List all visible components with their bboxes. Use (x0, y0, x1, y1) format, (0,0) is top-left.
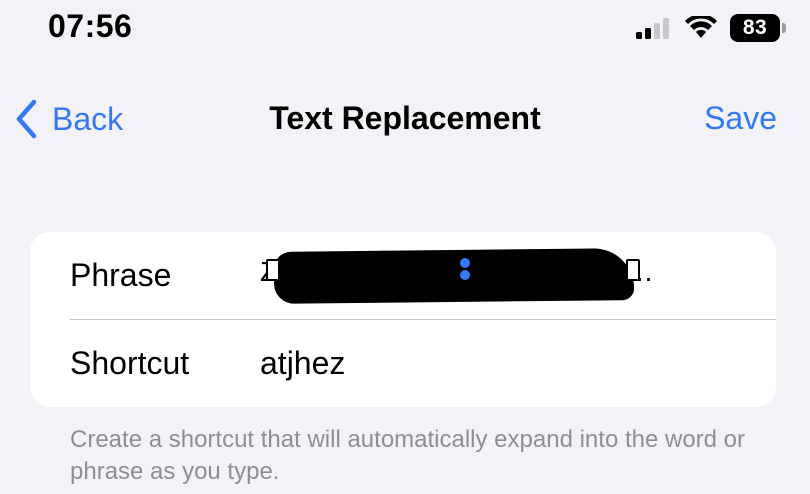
shortcut-field[interactable]: atjhez (260, 345, 345, 382)
selection-handle-left[interactable] (266, 259, 280, 281)
status-icons: 83 (636, 10, 786, 46)
battery-icon: 83 (730, 13, 786, 43)
shortcut-label: Shortcut (70, 345, 190, 381)
cellular-signal-icon (636, 18, 669, 39)
wifi-icon (685, 16, 717, 38)
phrase-row: Phrase ZbAxkoVXUZRARD…4CPqS… (30, 232, 776, 319)
page-title: Text Replacement (269, 100, 541, 136)
text-cursor (460, 258, 470, 282)
cursor-dot-bottom (460, 270, 470, 280)
shortcut-row: Shortcut atjhez (30, 320, 776, 407)
phrase-field[interactable]: ZbAxkoVXUZRARD…4CPqS… (260, 232, 760, 319)
footer-note: Create a shortcut that will automaticall… (70, 426, 746, 485)
battery-level: 83 (730, 14, 780, 42)
redaction-mark (273, 248, 635, 304)
battery-cap (782, 23, 786, 33)
selection-handle-right[interactable] (626, 259, 640, 281)
save-button[interactable]: Save (704, 100, 777, 137)
text-replacement-card: Phrase ZbAxkoVXUZRARD…4CPqS… Shortcut at… (30, 232, 776, 407)
phrase-label: Phrase (70, 257, 172, 293)
status-time: 07:56 (48, 8, 133, 44)
cursor-dot-top (460, 258, 470, 268)
